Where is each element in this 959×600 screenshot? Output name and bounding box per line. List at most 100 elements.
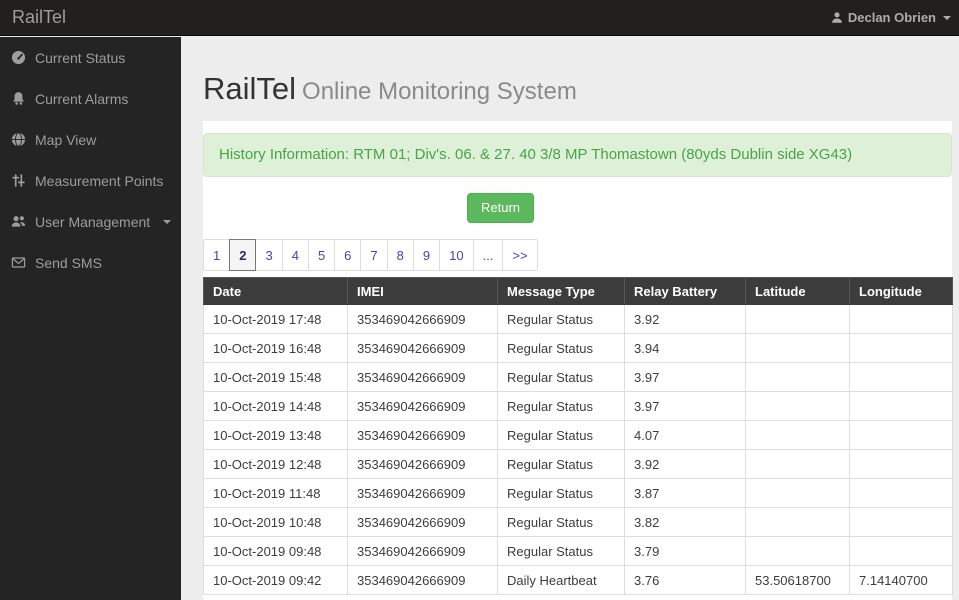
main-content: RailTel Online Monitoring System History …	[181, 37, 959, 600]
table-cell: 3.92	[624, 449, 746, 479]
table-cell: 353469042666909	[347, 478, 498, 508]
users-icon	[11, 214, 26, 229]
table-cell: 10-Oct-2019 12:48	[203, 449, 348, 479]
table-cell: Regular Status	[497, 304, 625, 334]
table-cell: Daily Heartbeat	[497, 565, 625, 595]
table-row: 10-Oct-2019 11:48 353469042666909 Regular …	[203, 478, 953, 508]
table-cell: 10-Oct-2019 16:48	[203, 333, 348, 363]
table-cell: Regular Status	[497, 478, 625, 508]
user-name: Declan Obrien	[847, 10, 936, 25]
table-cell	[849, 507, 953, 537]
sidebar-item-label: Current Status	[35, 49, 126, 66]
table-cell: 10-Oct-2019 10:48	[203, 507, 348, 537]
table-cell: Regular Status	[497, 333, 625, 363]
table-cell	[745, 478, 850, 508]
sidebar-item-label: Map View	[35, 131, 97, 148]
history-table: Date IMEI Message Type Relay Battery Latitud…	[203, 277, 953, 595]
table-cell	[849, 304, 953, 334]
history-info-banner: History Information: RTM 01; Div's. 06. …	[203, 133, 952, 177]
chevron-down-icon	[943, 15, 951, 20]
table-cell: Regular Status	[497, 507, 625, 537]
table-cell: 10-Oct-2019 15:48	[203, 362, 348, 392]
table-cell	[849, 449, 953, 479]
table-cell	[849, 333, 953, 363]
pagination-page-1[interactable]: 1	[203, 239, 231, 271]
user-icon	[831, 11, 843, 24]
pagination-page-10[interactable]: 10	[439, 239, 474, 271]
brand-logo[interactable]: RailTel	[0, 7, 66, 28]
table-row: 10-Oct-2019 10:48 353469042666909 Regular …	[203, 507, 953, 537]
column-header-relay-battery: Relay Battery	[624, 277, 746, 305]
table-row: 10-Oct-2019 09:48 353469042666909 Regular …	[203, 536, 953, 566]
pagination-page-6[interactable]: 6	[334, 239, 362, 271]
sidebar-item-current-alarms[interactable]: Current Alarms	[0, 78, 181, 119]
sidebar-item-user-management[interactable]: User Management	[0, 201, 181, 242]
page-title: RailTel Online Monitoring System	[203, 70, 577, 107]
user-menu[interactable]: Declan Obrien	[831, 10, 959, 25]
table-cell: Regular Status	[497, 391, 625, 421]
table-cell	[745, 507, 850, 537]
content-panel: History Information: RTM 01; Div's. 06. …	[203, 121, 953, 600]
return-button[interactable]: Return	[467, 193, 535, 223]
table-cell: 353469042666909	[347, 304, 498, 334]
sidebar-menu: Current Status Current Alarms Map View Meas…	[0, 37, 181, 283]
table-cell: Regular Status	[497, 362, 625, 392]
table-cell: 353469042666909	[347, 565, 498, 595]
alarm-icon	[11, 91, 26, 106]
column-header-longitude: Longitude	[849, 277, 953, 305]
dashboard-icon	[11, 50, 26, 65]
table-cell: 3.94	[624, 333, 746, 363]
table-cell: 353469042666909	[347, 333, 498, 363]
sidebar-item-map-view[interactable]: Map View	[0, 119, 181, 160]
sidebar: Current Status Current Alarms Map View Meas…	[0, 37, 181, 600]
table-row: 10-Oct-2019 15:48 353469042666909 Regular …	[203, 362, 953, 392]
sidebar-item-label: User Management	[35, 213, 151, 230]
sidebar-item-label: Current Alarms	[35, 90, 129, 107]
table-cell: 353469042666909	[347, 391, 498, 421]
table-cell: 353469042666909	[347, 536, 498, 566]
column-header-message-type: Message Type	[497, 277, 625, 305]
sidebar-item-current-status[interactable]: Current Status	[0, 37, 181, 78]
table-cell: 353469042666909	[347, 420, 498, 450]
envelope-icon	[11, 255, 26, 270]
table-cell: 3.92	[624, 304, 746, 334]
table-cell: 3.97	[624, 362, 746, 392]
pagination-page-2[interactable]: 2	[229, 239, 257, 271]
sidebar-item-label: Send SMS	[35, 254, 102, 271]
table-cell	[745, 449, 850, 479]
table-cell: 3.97	[624, 391, 746, 421]
sidebar-item-measurement-points[interactable]: Measurement Points	[0, 160, 181, 201]
table-cell: 53.50618700	[745, 565, 850, 595]
pagination-page-5[interactable]: 5	[307, 239, 336, 271]
table-row: 10-Oct-2019 16:48 353469042666909 Regular …	[203, 333, 953, 363]
chevron-down-icon	[163, 219, 172, 224]
table-cell	[745, 391, 850, 421]
sidebar-item-send-sms[interactable]: Send SMS	[0, 242, 181, 283]
table-cell: 10-Oct-2019 13:48	[203, 420, 348, 450]
table-cell	[745, 536, 850, 566]
table-cell: 353469042666909	[347, 449, 498, 479]
pagination-page-9[interactable]: 9	[412, 239, 441, 271]
table-cell	[745, 333, 850, 363]
table-cell	[745, 304, 850, 334]
table-row: 10-Oct-2019 13:48 353469042666909 Regular …	[203, 420, 953, 450]
pagination-page-3[interactable]: 3	[255, 239, 283, 271]
table-cell: 3.79	[624, 536, 746, 566]
table-cell: 353469042666909	[347, 507, 498, 537]
table-cell: 353469042666909	[347, 362, 498, 392]
table-cell: 3.87	[624, 478, 746, 508]
table-cell: 10-Oct-2019 11:48	[203, 478, 348, 508]
table-cell	[849, 478, 953, 508]
table-cell: 10-Oct-2019 14:48	[203, 391, 348, 421]
table-cell: Regular Status	[497, 536, 625, 566]
table-cell	[745, 362, 850, 392]
pagination-page-7[interactable]: 7	[360, 239, 388, 271]
table-cell: Regular Status	[497, 449, 625, 479]
pagination-page-4[interactable]: 4	[281, 239, 309, 271]
pagination-page-[interactable]: >>	[502, 239, 538, 271]
table-cell	[849, 362, 953, 392]
table-cell: 3.76	[624, 565, 746, 595]
table-cell	[745, 420, 850, 450]
pagination-page-8[interactable]: 8	[386, 239, 414, 271]
pagination-page-[interactable]: ...	[472, 239, 504, 271]
